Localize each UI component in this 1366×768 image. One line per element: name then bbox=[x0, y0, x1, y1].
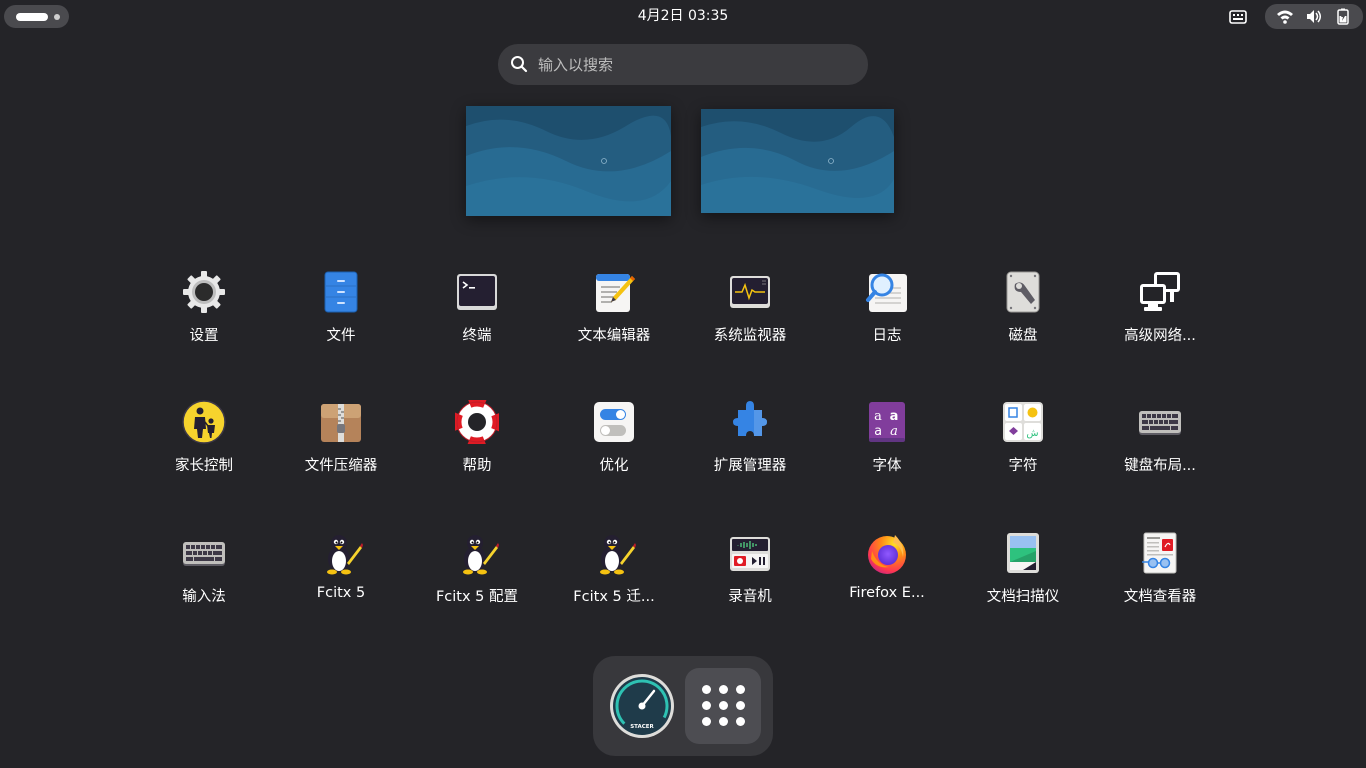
workspace-indicator-active bbox=[16, 13, 48, 21]
sound-recorder-icon bbox=[728, 531, 772, 575]
extensions-puzzle-icon bbox=[728, 400, 772, 444]
help-lifebuoy-icon bbox=[455, 400, 499, 444]
app-fcitx5[interactable]: Fcitx 5 bbox=[278, 523, 404, 633]
app-files[interactable]: 文件 bbox=[278, 262, 404, 372]
app-extension-manager[interactable]: 扩展管理器 bbox=[687, 392, 813, 502]
clock[interactable]: 4月2日 03:35 bbox=[583, 4, 783, 28]
firefox-icon bbox=[865, 531, 909, 575]
app-label: 字符 bbox=[1008, 458, 1038, 474]
svg-text:a: a bbox=[890, 409, 899, 424]
app-tweaks[interactable]: 优化 bbox=[551, 392, 677, 502]
disks-icon bbox=[1001, 270, 1045, 314]
stacer-gauge-icon: STACER bbox=[610, 674, 674, 738]
app-fcitx5-config[interactable]: Fcitx 5 配置 bbox=[414, 523, 540, 633]
app-label: Fcitx 5 配置 bbox=[435, 589, 519, 605]
app-keyboard-layout[interactable]: 键盘布局... bbox=[1097, 392, 1223, 502]
app-label: 录音机 bbox=[728, 589, 772, 605]
workspace-thumbnail-1[interactable] bbox=[466, 106, 671, 216]
system-menu[interactable] bbox=[1265, 4, 1363, 29]
show-apps-button[interactable] bbox=[685, 668, 761, 744]
dock: STACER bbox=[593, 656, 773, 756]
stacer-text: STACER bbox=[630, 724, 654, 730]
text-editor-icon bbox=[592, 270, 636, 314]
document-viewer-icon bbox=[1138, 531, 1182, 575]
app-label: 字体 bbox=[872, 458, 902, 474]
settings-gear-icon bbox=[182, 270, 226, 314]
app-label: 文档查看器 bbox=[1123, 589, 1197, 605]
app-document-viewer[interactable]: 文档查看器 bbox=[1097, 523, 1223, 633]
top-bar: 4月2日 03:35 bbox=[0, 0, 1366, 32]
app-label: 文档扫描仪 bbox=[986, 589, 1060, 605]
network-icon bbox=[1138, 270, 1182, 314]
app-label: 文件压缩器 bbox=[304, 458, 378, 474]
document-scanner-icon bbox=[1001, 531, 1045, 575]
characters-icon: ش bbox=[1001, 400, 1045, 444]
app-disks[interactable]: 磁盘 bbox=[960, 262, 1086, 372]
app-input-method[interactable]: 输入法 bbox=[141, 523, 267, 633]
workspace-indicator-dot bbox=[54, 14, 60, 20]
app-label: 设置 bbox=[189, 328, 219, 344]
svg-text:a: a bbox=[874, 409, 882, 424]
wifi-icon bbox=[1276, 8, 1294, 25]
app-label: 优化 bbox=[599, 458, 629, 474]
keyboard-indicator-icon[interactable] bbox=[1229, 9, 1247, 24]
app-firefox[interactable]: Firefox E... bbox=[824, 523, 950, 633]
app-label: Fcitx 5 迁... bbox=[573, 589, 655, 605]
workspace-thumbnail-2[interactable] bbox=[701, 109, 894, 213]
app-label: 磁盘 bbox=[1008, 328, 1038, 344]
app-document-scanner[interactable]: 文档扫描仪 bbox=[960, 523, 1086, 633]
app-label: 终端 bbox=[462, 328, 492, 344]
app-label: 文件 bbox=[326, 328, 356, 344]
app-logs[interactable]: 日志 bbox=[824, 262, 950, 372]
show-apps-grid-icon bbox=[702, 685, 711, 694]
dock-app-stacer[interactable]: STACER bbox=[609, 673, 675, 739]
app-label: 高级网络... bbox=[1124, 328, 1196, 344]
app-label: 文本编辑器 bbox=[577, 328, 651, 344]
svg-text:a: a bbox=[890, 424, 898, 439]
tweaks-icon bbox=[592, 400, 636, 444]
search-input[interactable] bbox=[538, 44, 858, 85]
app-settings[interactable]: 设置 bbox=[141, 262, 267, 372]
battery-charging-icon bbox=[1334, 8, 1352, 25]
app-label: 系统监视器 bbox=[713, 328, 787, 344]
search-bar[interactable] bbox=[498, 44, 868, 85]
app-label: Fcitx 5 bbox=[316, 585, 366, 601]
search-icon bbox=[510, 55, 528, 73]
keyboard-layout-icon bbox=[1138, 400, 1182, 444]
svg-text:ش: ش bbox=[1026, 428, 1038, 439]
app-label: 帮助 bbox=[462, 458, 492, 474]
app-parental-controls[interactable]: 家长控制 bbox=[141, 392, 267, 502]
app-label: 键盘布局... bbox=[1124, 458, 1196, 474]
app-fcitx5-migrator[interactable]: Fcitx 5 迁... bbox=[551, 523, 677, 633]
app-help[interactable]: 帮助 bbox=[414, 392, 540, 502]
fcitx-penguin-icon bbox=[319, 531, 363, 575]
system-monitor-icon bbox=[728, 270, 772, 314]
app-text-editor[interactable]: 文本编辑器 bbox=[551, 262, 677, 372]
app-label: 扩展管理器 bbox=[713, 458, 787, 474]
app-advanced-network[interactable]: 高级网络... bbox=[1097, 262, 1223, 372]
fcitx-config-penguin-icon bbox=[455, 531, 499, 575]
app-sound-recorder[interactable]: 录音机 bbox=[687, 523, 813, 633]
archive-manager-icon bbox=[319, 400, 363, 444]
parental-controls-icon bbox=[182, 400, 226, 444]
app-label: 家长控制 bbox=[175, 458, 233, 474]
app-label: 输入法 bbox=[182, 589, 226, 605]
volume-icon bbox=[1305, 8, 1323, 25]
activities-button[interactable] bbox=[4, 5, 69, 28]
app-label: 日志 bbox=[872, 328, 902, 344]
app-fonts[interactable]: a a a a 字体 bbox=[824, 392, 950, 502]
input-method-keyboard-icon bbox=[182, 531, 226, 575]
app-characters[interactable]: ش 字符 bbox=[960, 392, 1086, 502]
files-icon bbox=[319, 270, 363, 314]
fonts-icon: a a a a bbox=[865, 400, 909, 444]
logs-icon bbox=[865, 270, 909, 314]
fcitx-migrator-penguin-icon bbox=[592, 531, 636, 575]
app-archive-manager[interactable]: 文件压缩器 bbox=[278, 392, 404, 502]
app-terminal[interactable]: 终端 bbox=[414, 262, 540, 372]
terminal-icon bbox=[455, 270, 499, 314]
svg-text:a: a bbox=[874, 424, 882, 439]
app-label: Firefox E... bbox=[849, 585, 925, 601]
app-system-monitor[interactable]: 系统监视器 bbox=[687, 262, 813, 372]
